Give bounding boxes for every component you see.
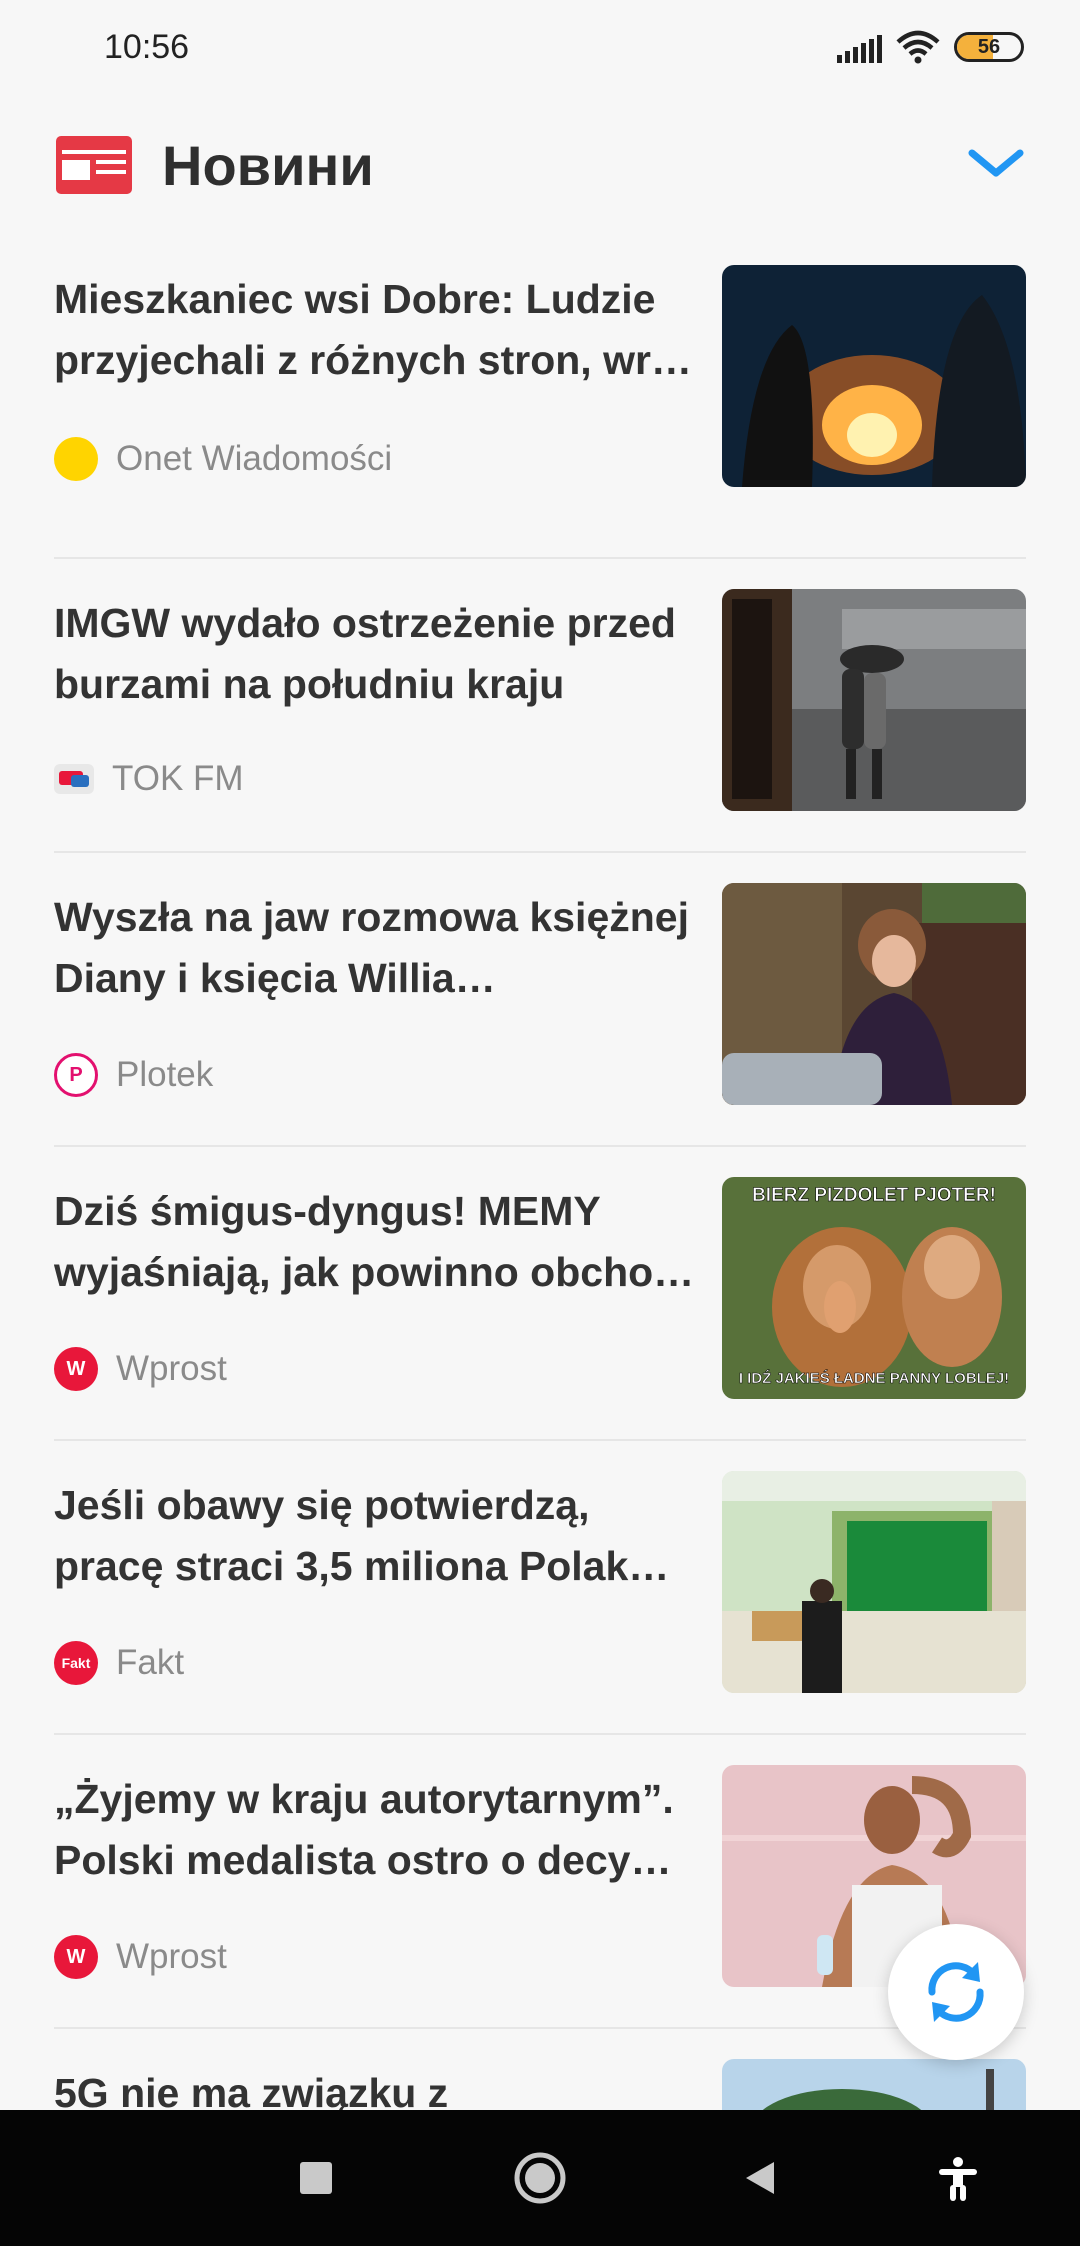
- meme-caption-bottom: I IDŹ JAKIEŚ ŁADNE PANNY LOBLEJ!: [739, 1369, 1009, 1387]
- system-nav-bar: [0, 2110, 1080, 2246]
- signal-icon: [837, 31, 882, 63]
- source-name: Fakt: [116, 1643, 185, 1682]
- widget-title: Новини: [162, 133, 374, 197]
- refresh-button[interactable]: [888, 1924, 1024, 2060]
- news-item[interactable]: Dziś śmigus-dyngus! MEMY wyjaśniają, jak…: [54, 1147, 1026, 1441]
- source-logo-icon: [54, 764, 94, 794]
- source-logo-icon: W: [54, 1935, 98, 1979]
- source-name: Plotek: [116, 1055, 214, 1094]
- status-icons: 56: [837, 30, 1024, 64]
- news-source: Onet Wiadomości: [54, 437, 392, 481]
- chevron-down-icon[interactable]: [966, 143, 1026, 183]
- source-logo-icon: Fakt: [54, 1641, 98, 1685]
- battery-level: 56: [977, 35, 1001, 58]
- news-thumbnail[interactable]: [722, 589, 1026, 811]
- wifi-icon: [896, 30, 940, 64]
- source-name: Onet Wiadomości: [116, 439, 393, 478]
- source-logo-icon: W: [54, 1347, 98, 1391]
- widget-header: Новини: [54, 125, 1026, 205]
- source-logo-icon: [54, 437, 98, 481]
- news-thumbnail[interactable]: [722, 1471, 1026, 1693]
- refresh-icon: [928, 1962, 984, 2022]
- news-item[interactable]: Wyszła na jaw rozmowa księżnej Diany i k…: [54, 853, 1026, 1147]
- recents-square-icon[interactable]: [284, 2146, 348, 2210]
- news-title[interactable]: Mieszkaniec wsi Dobre: Ludzie przyjechal…: [54, 269, 704, 391]
- news-title[interactable]: IMGW wydało ostrzeżenie przed burzami na…: [54, 593, 704, 715]
- home-circle-icon[interactable]: [508, 2146, 572, 2210]
- news-item[interactable]: Jeśli obawy się potwierdzą, pracę straci…: [54, 1441, 1026, 1735]
- news-source: TOK FM: [54, 759, 244, 799]
- accessibility-icon[interactable]: [926, 2146, 990, 2210]
- back-triangle-icon[interactable]: [728, 2146, 792, 2210]
- news-source: W Wprost: [54, 1935, 227, 1979]
- news-source: W Wprost: [54, 1347, 227, 1391]
- status-bar: 10:56 56: [0, 0, 1080, 90]
- news-item[interactable]: Mieszkaniec wsi Dobre: Ludzie przyjechal…: [54, 265, 1026, 559]
- news-item[interactable]: 5G nie ma związku z: [54, 2029, 1026, 2119]
- news-thumbnail[interactable]: [722, 883, 1026, 1105]
- news-source: Fakt Fakt: [54, 1641, 184, 1685]
- news-icon: [56, 136, 132, 194]
- battery-icon: 56: [954, 32, 1024, 62]
- news-title[interactable]: Wyszła na jaw rozmowa księżnej Diany i k…: [54, 887, 704, 1009]
- meme-caption-top: BIERZ PIZDOLET PJOTER!: [752, 1185, 996, 1206]
- source-logo-icon: P: [54, 1053, 98, 1097]
- news-title[interactable]: „Żyjemy w kraju autorytarnym”. Polski me…: [54, 1769, 704, 1891]
- news-title[interactable]: Dziś śmigus-dyngus! MEMY wyjaśniają, jak…: [54, 1181, 704, 1303]
- news-feed: Mieszkaniec wsi Dobre: Ludzie przyjechal…: [54, 265, 1026, 2119]
- news-thumbnail[interactable]: BIERZ PIZDOLET PJOTER! I IDŹ JAKIEŚ ŁADN…: [722, 1177, 1026, 1399]
- status-time: 10:56: [104, 28, 190, 66]
- news-item[interactable]: „Żyjemy w kraju autorytarnym”. Polski me…: [54, 1735, 1026, 2029]
- source-name: Wprost: [116, 1349, 227, 1388]
- news-thumbnail[interactable]: [722, 265, 1026, 487]
- source-name: TOK FM: [112, 759, 244, 798]
- source-name: Wprost: [116, 1937, 227, 1976]
- news-title[interactable]: Jeśli obawy się potwierdzą, pracę straci…: [54, 1475, 704, 1597]
- news-item[interactable]: IMGW wydało ostrzeżenie przed burzami na…: [54, 559, 1026, 853]
- news-source: P Plotek: [54, 1053, 213, 1097]
